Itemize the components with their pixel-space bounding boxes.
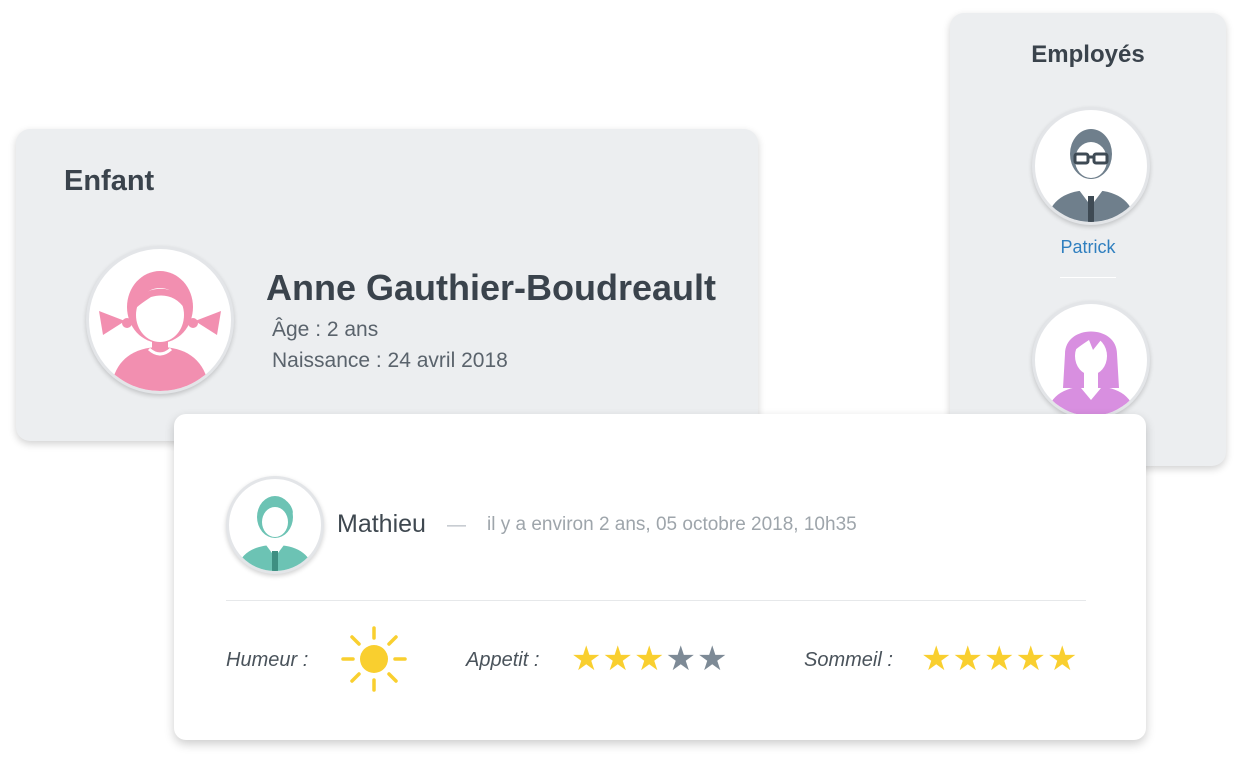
man-avatar-icon xyxy=(226,476,324,574)
woman-avatar-icon[interactable] xyxy=(1032,301,1150,419)
sleep-label: Sommeil : xyxy=(804,649,893,671)
star-filled-icon: ★ xyxy=(952,639,983,679)
entry-divider xyxy=(226,600,1086,601)
staff-name-patrick[interactable]: Patrick xyxy=(950,237,1226,258)
star-filled-icon: ★ xyxy=(1046,639,1078,679)
star-filled-icon: ★ xyxy=(921,639,952,679)
sun-icon xyxy=(339,624,409,694)
entry-author-name: Mathieu xyxy=(337,510,426,538)
star-empty-icon: ★ xyxy=(696,639,728,679)
child-age: Âge : 2 ans xyxy=(272,318,379,341)
appetite-stars: ★ ★ ★ ★ ★ xyxy=(571,642,727,676)
man-glasses-avatar-icon[interactable] xyxy=(1032,107,1150,225)
child-name: Anne Gauthier-Boudreault xyxy=(266,267,717,308)
child-birth-date: Naissance : 24 avril 2018 xyxy=(272,349,508,372)
entry-separator: — xyxy=(447,515,466,536)
star-filled-icon: ★ xyxy=(633,639,665,679)
star-filled-icon: ★ xyxy=(983,639,1015,679)
star-empty-icon: ★ xyxy=(665,639,696,679)
appetite-label: Appetit : xyxy=(466,649,540,671)
staff-card: Employés Patrick xyxy=(950,13,1226,466)
sleep-stars: ★ ★ ★ ★ ★ xyxy=(921,642,1077,676)
star-filled-icon: ★ xyxy=(571,639,602,679)
staff-section-title: Employés xyxy=(1031,41,1145,68)
star-filled-icon: ★ xyxy=(1015,639,1046,679)
entry-timestamp: il y a environ 2 ans, 05 octobre 2018, 1… xyxy=(487,514,857,535)
child-section-title: Enfant xyxy=(64,165,155,197)
star-filled-icon: ★ xyxy=(602,639,633,679)
journal-entry-card: Mathieu — il y a environ 2 ans, 05 octob… xyxy=(174,414,1146,740)
mood-label: Humeur : xyxy=(226,649,309,671)
staff-divider xyxy=(1060,277,1116,278)
child-card: Enfant Anne Gauthier-Boudreault Âge: 2 … xyxy=(16,129,758,441)
girl-avatar-icon xyxy=(86,246,234,394)
